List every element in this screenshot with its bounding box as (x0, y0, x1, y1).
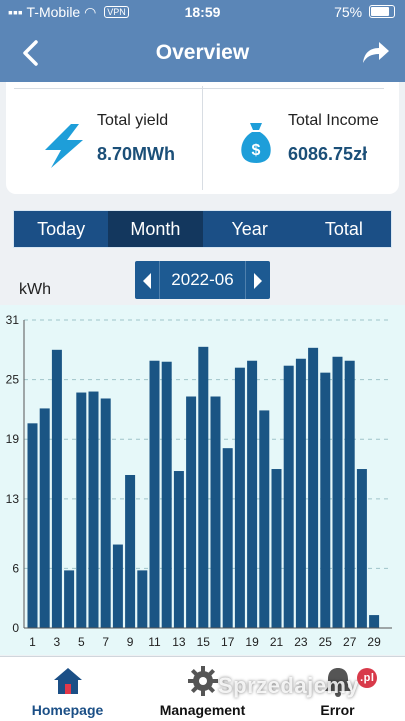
chart-bar (27, 423, 38, 628)
total-yield: Total yield 8.70MWh (97, 112, 175, 165)
money-bag-icon: $ (241, 123, 271, 163)
x-tick-label: 15 (197, 635, 211, 649)
chart-bar (210, 396, 221, 628)
x-tick-label: 27 (343, 635, 357, 649)
chart-bar (344, 360, 355, 628)
battery-icon (369, 5, 395, 18)
x-tick-label: 3 (54, 635, 61, 649)
watermark-badge: .pl (357, 668, 378, 688)
summary-card: Total yield 8.70MWh $ Total Income 6086.… (6, 82, 399, 194)
chart-bar (137, 570, 148, 628)
date-picker: 2022-06 (135, 261, 270, 299)
x-tick-label: 29 (367, 635, 381, 649)
date-picker-value[interactable]: 2022-06 (135, 261, 270, 299)
x-tick-label: 25 (319, 635, 333, 649)
y-tick-label: 19 (6, 432, 20, 446)
chart-bar (88, 391, 99, 628)
share-icon[interactable] (361, 40, 391, 66)
chart-bar (39, 408, 50, 628)
chart-bar (76, 392, 87, 628)
x-tick-label: 7 (102, 635, 109, 649)
x-tick-label: 9 (127, 635, 134, 649)
y-tick-label: 31 (6, 313, 20, 327)
lightning-icon (45, 124, 83, 168)
x-tick-label: 21 (270, 635, 284, 649)
y-tick-label: 6 (12, 561, 19, 575)
chart-bar (332, 356, 343, 628)
chart-bar (125, 474, 136, 628)
y-tick-label: 0 (12, 621, 19, 635)
x-tick-label: 19 (245, 635, 259, 649)
x-tick-label: 1 (29, 635, 36, 649)
total-yield-label: Total yield (97, 112, 169, 129)
chart-bar (234, 367, 245, 628)
total-income-label: Total Income (288, 112, 379, 129)
page-title: Overview (155, 41, 250, 64)
total-income-value: 6086.75zł (288, 144, 368, 164)
chart-bar (112, 544, 123, 628)
watermark-text: Sprzedajemy (218, 673, 360, 698)
nav-homepage[interactable]: Homepage (0, 657, 135, 718)
y-tick-label: 13 (6, 492, 20, 506)
x-tick-label: 5 (78, 635, 85, 649)
nav-homepage-label: Homepage (31, 702, 104, 718)
x-tick-label: 11 (148, 635, 161, 649)
svg-text:$: $ (252, 142, 261, 159)
home-icon (53, 668, 82, 694)
chart-bar (271, 469, 282, 628)
chart-bar (295, 358, 306, 628)
x-tick-label: 17 (221, 635, 235, 649)
gear-icon (187, 666, 218, 696)
navigation-bar: Overview (0, 26, 405, 82)
tab-year[interactable]: Year (203, 211, 297, 247)
daily-yield-chart: 06131925311 3 5 7 9 11 13 15 17 19 21 23 25 27 29 (0, 305, 405, 655)
watermark: Sprzedajemy.pl (218, 668, 378, 699)
chart-bar (161, 361, 172, 628)
chart-bar (186, 396, 197, 628)
chart-bar (283, 365, 294, 628)
card-divider-top (14, 88, 384, 89)
chart-bar (149, 360, 160, 628)
period-tabs: Today Month Year Total (13, 210, 392, 248)
nav-management-label: Management (159, 702, 246, 718)
nav-error-label: Error (320, 702, 355, 718)
chart-unit-label: kWh (19, 281, 51, 298)
next-month-icon[interactable] (254, 273, 262, 289)
card-divider (202, 86, 203, 190)
x-tick-label: 13 (172, 635, 186, 649)
battery-status: 75% (334, 4, 395, 20)
chart-bar (259, 410, 270, 628)
x-tick-label: 23 (294, 635, 308, 649)
date-picker-separator (245, 261, 246, 299)
chart-bar (356, 469, 367, 628)
tab-total[interactable]: Total (297, 211, 391, 247)
chart-bar (308, 347, 319, 628)
tab-today[interactable]: Today (14, 211, 108, 247)
chart-bar (320, 372, 331, 628)
chart-bar (247, 360, 258, 628)
tab-month[interactable]: Month (108, 211, 203, 247)
battery-percent: 75% (334, 4, 363, 20)
chart-bar (369, 615, 380, 628)
total-income: Total Income 6086.75zł (288, 112, 379, 165)
chart-bar (51, 349, 62, 628)
y-tick-label: 25 (6, 373, 20, 387)
chart-bar (64, 570, 75, 628)
total-yield-value: 8.70MWh (97, 144, 176, 164)
chart-bar (198, 346, 209, 628)
chart-bar (100, 398, 111, 628)
chart-bar (173, 471, 184, 628)
status-bar: ▪▪▪ T-Mobile ◠ VPN 18:59 75% (0, 0, 405, 26)
chart-bar (222, 448, 233, 628)
